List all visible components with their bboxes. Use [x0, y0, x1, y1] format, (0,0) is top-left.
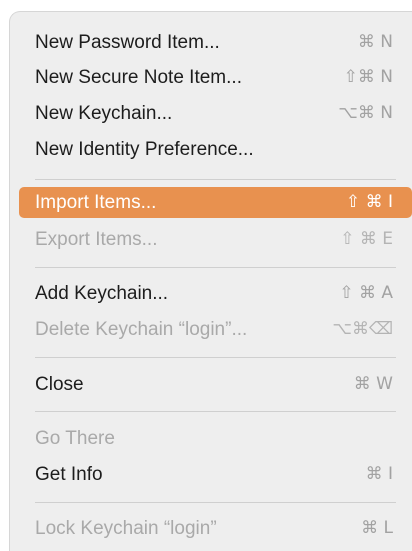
menu-separator — [35, 179, 396, 180]
menu-item-shortcut: ⌘ N — [357, 32, 393, 52]
menu-item-label: Lock Keychain “login” — [35, 518, 217, 539]
menu-item-shortcut: ⌥⌘⌫ — [332, 319, 393, 339]
menu-item-shortcut: ⌘ I — [365, 464, 393, 484]
menu-item-get-info[interactable]: Get Info ⌘ I — [19, 459, 412, 490]
menu-item-lock-keychain[interactable]: Lock Keychain “login” ⌘ L — [19, 513, 412, 544]
menu-item-label: New Identity Preference... — [35, 139, 254, 160]
menu-separator — [35, 357, 396, 358]
menu-item-delete-keychain: Delete Keychain “login”... ⌥⌘⌫ — [19, 314, 412, 345]
menu-item-import-items[interactable]: Import Items... ⇧ ⌘ I — [19, 187, 412, 218]
menu-separator — [35, 502, 396, 503]
menu-item-label: New Password Item... — [35, 32, 220, 53]
menu-item-label: Add Keychain... — [35, 283, 169, 304]
menu-item-new-secure-note-item[interactable]: New Secure Note Item... ⇧⌘ N — [19, 62, 412, 93]
menu-item-shortcut: ⌘ W — [353, 374, 393, 394]
menu-item-export-items: Export Items... ⇧ ⌘ E — [19, 224, 412, 255]
menu-item-label: New Secure Note Item... — [35, 67, 242, 88]
menu-separator — [35, 411, 396, 412]
menu-item-label: Get Info — [35, 464, 103, 485]
menu-item-close[interactable]: Close ⌘ W — [19, 369, 412, 400]
menu-item-new-password-item[interactable]: New Password Item... ⌘ N — [19, 27, 412, 58]
menu-item-shortcut: ⇧ ⌘ I — [345, 192, 393, 212]
menu-item-shortcut: ⇧⌘ N — [343, 67, 393, 87]
menu-item-shortcut: ⇧ ⌘ E — [340, 229, 393, 249]
menu-item-new-identity-preference[interactable]: New Identity Preference... — [19, 134, 412, 165]
file-menu: New Password Item... ⌘ N New Secure Note… — [9, 11, 412, 551]
menu-item-label: Close — [35, 374, 84, 395]
menu-separator — [35, 267, 396, 268]
menu-item-shortcut: ⌥⌘ N — [338, 103, 393, 123]
menu-item-label: New Keychain... — [35, 103, 173, 124]
menu-item-label: Import Items... — [35, 192, 157, 213]
menu-section-header-go-there: Go There — [35, 428, 115, 449]
menu-item-label: Export Items... — [35, 229, 158, 250]
menu-item-shortcut: ⌘ L — [361, 518, 393, 538]
menu-item-label: Delete Keychain “login”... — [35, 319, 248, 340]
menu-item-new-keychain[interactable]: New Keychain... ⌥⌘ N — [19, 98, 412, 129]
menu-item-add-keychain[interactable]: Add Keychain... ⇧ ⌘ A — [19, 278, 412, 309]
menu-item-shortcut: ⇧ ⌘ A — [339, 283, 393, 303]
